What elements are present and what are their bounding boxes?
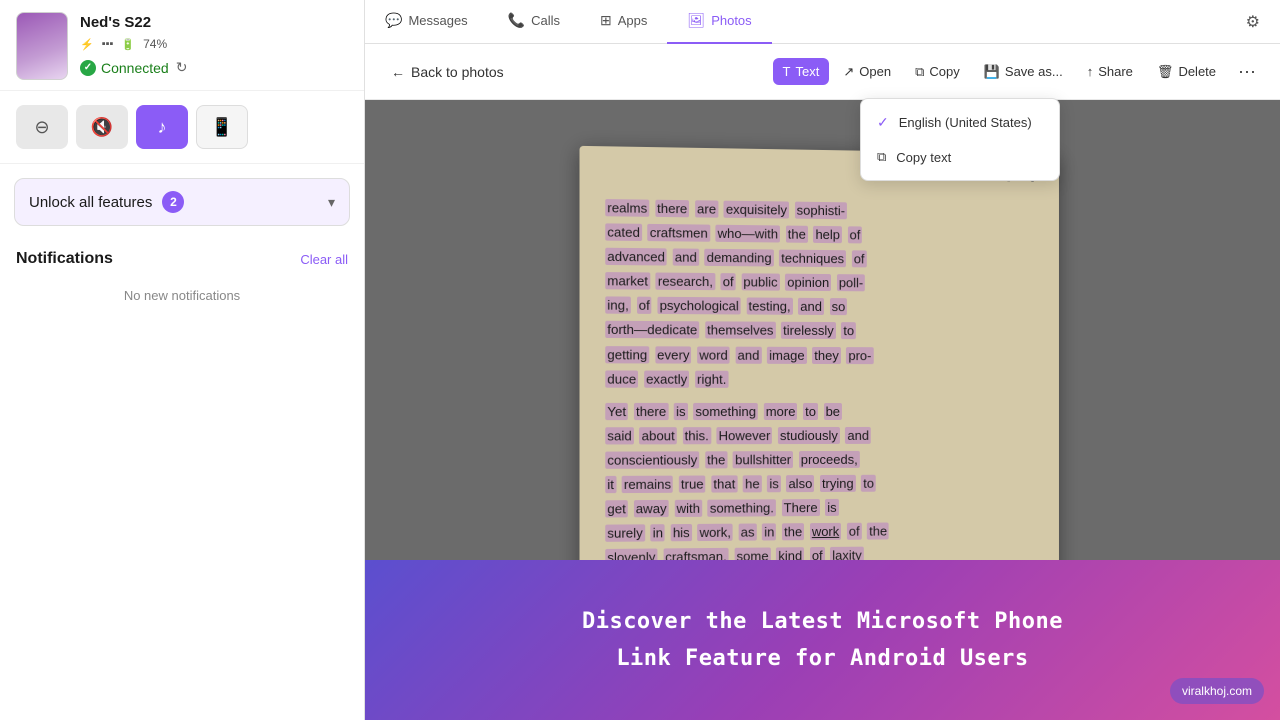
book-text-line-1: realms there are exquisitely sophisti-	[604, 197, 1035, 225]
music-button[interactable]: ♪	[136, 105, 188, 149]
tab-messages[interactable]: 💬 Messages	[365, 0, 488, 44]
bluetooth-icon: ⚡	[80, 38, 94, 51]
language-option[interactable]: ✓ English (United States)	[861, 105, 1059, 140]
connected-dot	[80, 60, 96, 76]
delete-label: Delete	[1178, 64, 1216, 79]
silent-button[interactable]: 🔇	[76, 105, 128, 149]
book-text-line-6: forth—dedicate themselves tirelessly to	[604, 319, 1035, 343]
battery-icon: 🔋	[121, 38, 135, 51]
watermark: viralkhoj.com	[1170, 678, 1264, 704]
text-button[interactable]: T Text	[773, 58, 830, 85]
unlock-banner[interactable]: Unlock all features 2 ▾	[14, 178, 350, 226]
book-text-line-9: Yet there is something more to be	[604, 401, 1035, 423]
book-text-line-12: it remains true that he is also trying t…	[604, 472, 1035, 496]
notifications-section: Notifications Clear all No new notificat…	[0, 236, 364, 317]
book-text-line-7: getting every word and image they pro-	[604, 344, 1035, 368]
language-label: English (United States)	[899, 115, 1032, 130]
device-button[interactable]: 📱	[196, 105, 248, 149]
book-text-line-5: ing, of psychological testing, and so	[604, 295, 1035, 320]
calls-icon: 📞	[508, 12, 525, 29]
open-label: Open	[859, 64, 891, 79]
photo-area: [ 23 ] realms there are exquisitely soph…	[365, 100, 1280, 720]
photo-viewer: ← Back to photos T Text ↗ Open ⧉ Copy 💾 …	[365, 44, 1280, 720]
save-label: Save as...	[1005, 64, 1063, 79]
photo-toolbar: ← Back to photos T Text ↗ Open ⧉ Copy 💾 …	[365, 44, 1280, 100]
book-text-line-10: said about this. However studiously and	[604, 425, 1035, 448]
bottom-banner: Discover the Latest Microsoft Phone Link…	[365, 560, 1280, 720]
book-text-block: realms there are exquisitely sophisti- c…	[604, 197, 1035, 570]
battery-percent: 74%	[143, 37, 167, 51]
share-button[interactable]: ↑ Share	[1077, 58, 1143, 85]
tab-apps[interactable]: ⊞ Apps	[580, 0, 667, 44]
open-icon: ↗	[843, 64, 854, 80]
banner-subtitle: Link Feature for Android Users	[616, 646, 1028, 671]
device-header: Ned's S22 ⚡ ▪▪▪ 🔋 74% Connected ↻	[0, 0, 364, 91]
book-text-line-14: surely in his work, as in the work of th…	[604, 520, 1035, 546]
chevron-down-icon: ▾	[328, 194, 335, 211]
copy-text-label: Copy text	[896, 150, 951, 165]
signal-icon: ▪▪▪	[102, 38, 114, 50]
clear-all-button[interactable]: Clear all	[300, 252, 348, 267]
no-notifications-text: No new notifications	[16, 288, 348, 303]
messages-icon: 💬	[385, 12, 402, 29]
tab-messages-label: Messages	[408, 13, 467, 28]
back-to-photos-button[interactable]: ← Back to photos	[381, 58, 514, 86]
nav-right: ⚙	[1238, 8, 1280, 36]
copy-text-option[interactable]: ⧉ Copy text	[861, 140, 1059, 174]
sidebar: Ned's S22 ⚡ ▪▪▪ 🔋 74% Connected ↻ ⊖ 🔇 ♪ …	[0, 0, 365, 720]
device-name: Ned's S22	[80, 14, 189, 31]
share-label: Share	[1098, 64, 1133, 79]
tab-photos-label: Photos	[711, 13, 751, 28]
book-text-line-4: market research, of public opinion poll-	[604, 270, 1035, 296]
share-icon: ↑	[1087, 64, 1094, 79]
apps-icon: ⊞	[600, 12, 612, 29]
copy-text-icon: ⧉	[877, 149, 886, 165]
more-options-button[interactable]: ···	[1230, 55, 1264, 88]
top-nav: 💬 Messages 📞 Calls ⊞ Apps 🖼 Photos ⚙	[365, 0, 1280, 44]
checkmark-icon: ✓	[877, 114, 889, 131]
save-icon: 💾	[984, 64, 1000, 80]
copy-button[interactable]: ⧉ Copy	[905, 58, 970, 86]
book-text-line-13: get away with something. There is	[604, 496, 1035, 521]
copy-icon: ⧉	[915, 64, 924, 80]
book-text-line-11: conscientiously the bullshitter proceeds…	[604, 448, 1035, 472]
main-content: 💬 Messages 📞 Calls ⊞ Apps 🖼 Photos ⚙ ← B…	[365, 0, 1280, 720]
mute-button[interactable]: ⊖	[16, 105, 68, 149]
dropdown-menu: ✓ English (United States) ⧉ Copy text	[860, 98, 1060, 181]
open-button[interactable]: ↗ Open	[833, 58, 901, 86]
unlock-count-badge: 2	[162, 191, 184, 213]
device-thumbnail	[16, 12, 68, 80]
book-text-line-8: duce exactly right.	[604, 368, 1035, 391]
settings-button[interactable]: ⚙	[1238, 8, 1268, 36]
refresh-button[interactable]: ↻	[174, 57, 190, 78]
text-icon: T	[783, 64, 791, 79]
book-text-line-2: cated craftsmen who—with the help of	[604, 221, 1035, 248]
back-to-photos-label: Back to photos	[411, 64, 504, 80]
delete-button[interactable]: 🗑 Delete	[1147, 58, 1226, 86]
action-buttons-row: ⊖ 🔇 ♪ 📱	[0, 91, 364, 164]
connected-status: Connected ↻	[80, 57, 189, 78]
device-status-row: ⚡ ▪▪▪ 🔋 74%	[80, 37, 189, 51]
notifications-title: Notifications	[16, 250, 113, 268]
unlock-label: Unlock all features	[29, 194, 152, 211]
trash-icon: 🗑	[1157, 64, 1174, 80]
book-text-line-3: advanced and demanding techniques of	[604, 246, 1035, 272]
tab-calls-label: Calls	[531, 13, 560, 28]
save-as-button[interactable]: 💾 Save as...	[974, 58, 1073, 86]
photos-icon: 🖼	[687, 12, 705, 29]
connected-label: Connected	[101, 60, 169, 76]
back-arrow-icon: ←	[391, 64, 405, 80]
tab-apps-label: Apps	[618, 13, 648, 28]
tab-photos[interactable]: 🖼 Photos	[667, 0, 771, 44]
unlock-left: Unlock all features 2	[29, 191, 184, 213]
text-label: Text	[796, 64, 820, 79]
banner-title: Discover the Latest Microsoft Phone	[582, 609, 1063, 634]
device-info: Ned's S22 ⚡ ▪▪▪ 🔋 74% Connected ↻	[80, 14, 189, 78]
copy-label: Copy	[929, 64, 959, 79]
tab-calls[interactable]: 📞 Calls	[488, 0, 580, 44]
notifications-header: Notifications Clear all	[16, 250, 348, 268]
